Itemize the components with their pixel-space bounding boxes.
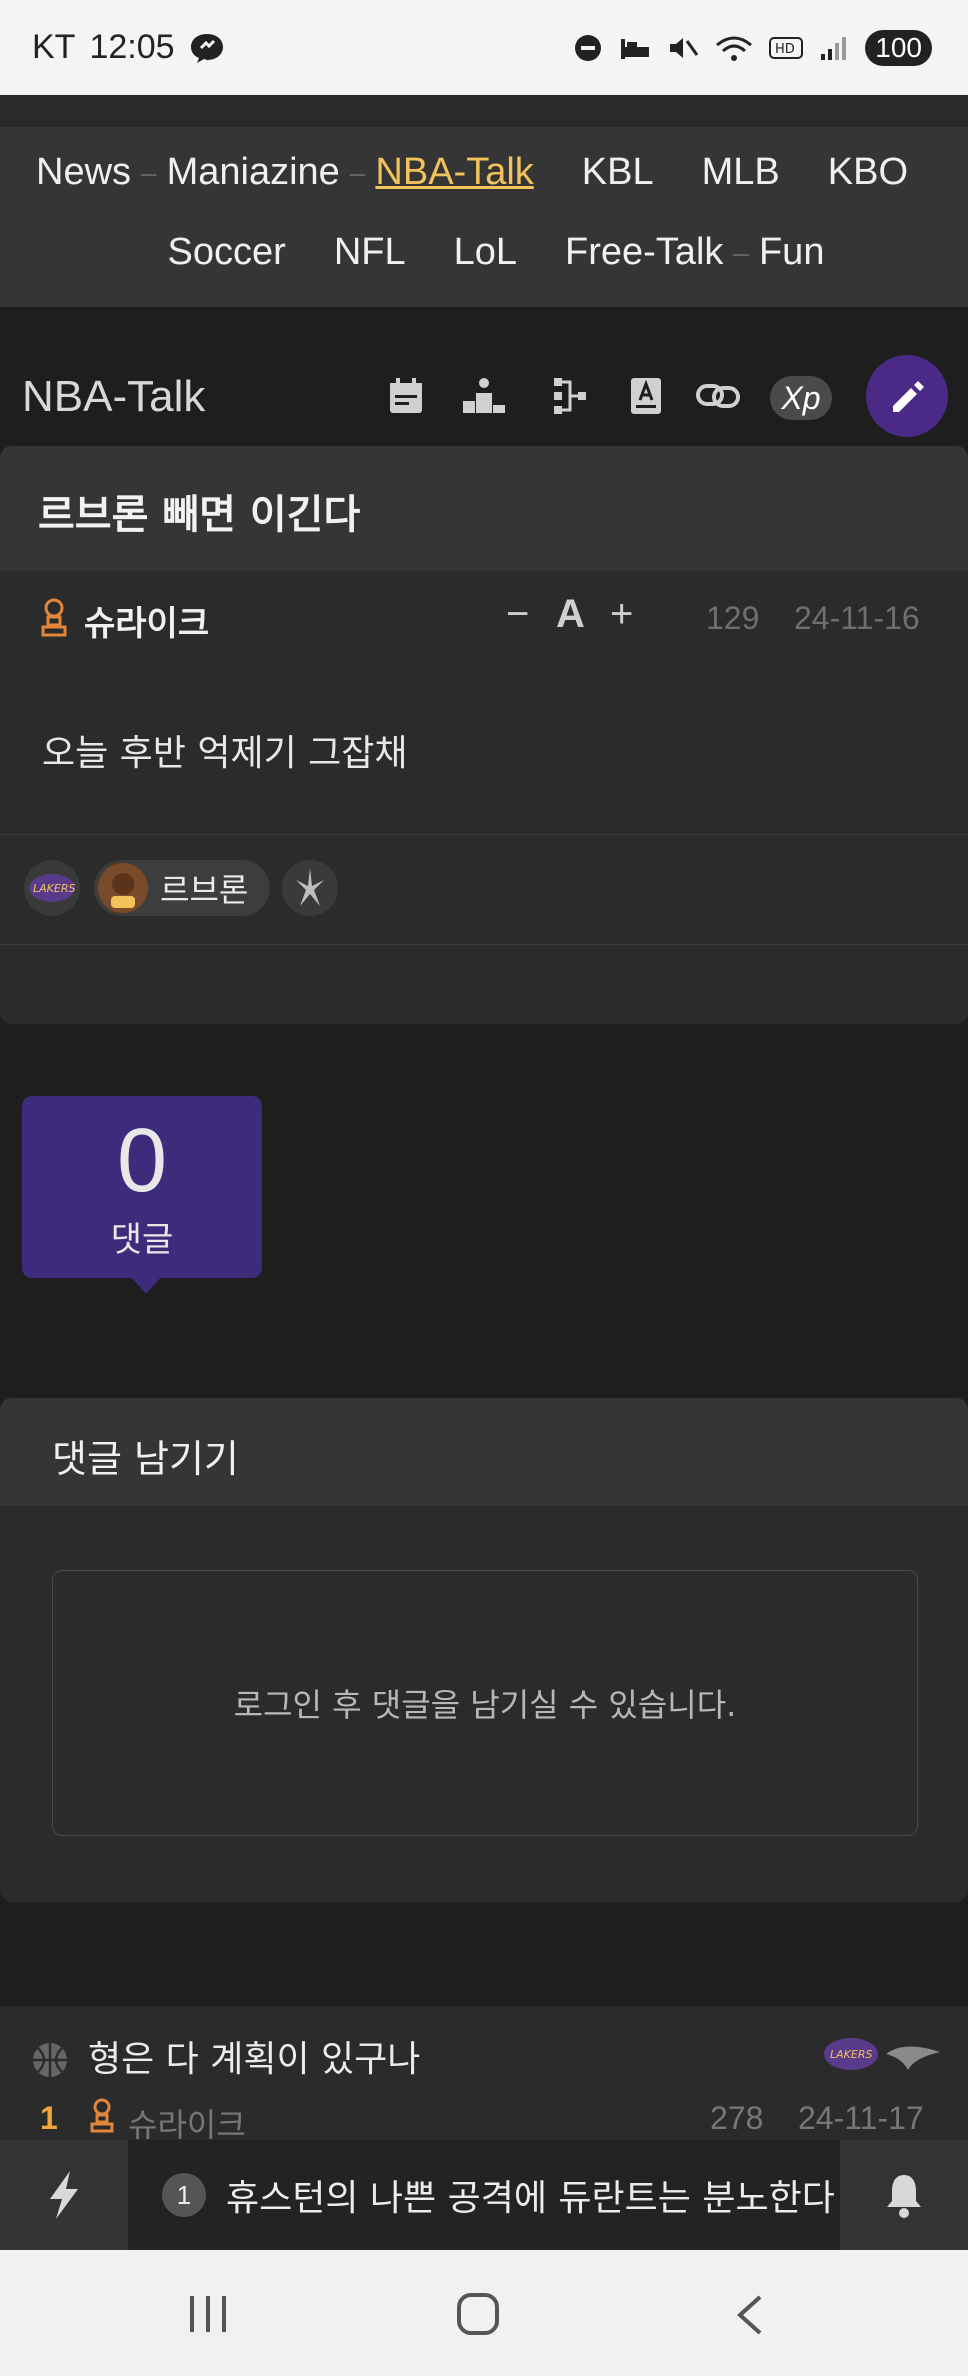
ticker-index: 1: [162, 2173, 206, 2217]
bracket-icon[interactable]: [546, 372, 594, 420]
nav-free-talk[interactable]: Free-Talk: [565, 231, 723, 274]
post-title: 르브론 빼면 이긴다: [38, 492, 361, 538]
svg-text:LAKERS: LAKERS: [830, 2048, 872, 2061]
lakers-logo-icon[interactable]: LAKERS: [24, 860, 80, 916]
system-nav-bar: [0, 2250, 968, 2376]
dnd-icon: [575, 35, 602, 61]
bell-icon[interactable]: [840, 2140, 968, 2250]
comment-count-box: 0 댓글: [22, 1096, 262, 1294]
recent-apps-icon[interactable]: [186, 2294, 230, 2334]
next-post-title[interactable]: 형은 다 계획이 있구나: [88, 2030, 420, 2082]
nav-soccer[interactable]: Soccer: [168, 231, 286, 274]
nav-news[interactable]: News: [36, 151, 131, 194]
next-post-views: 278: [710, 2100, 764, 2136]
nav-kbl[interactable]: KBL: [582, 151, 654, 194]
calendar-icon[interactable]: [382, 372, 430, 420]
player-tag[interactable]: 르브론: [94, 860, 270, 916]
reply-heading: 댓글 남기기: [52, 1437, 239, 1481]
post-date: 24-11-16: [794, 600, 920, 636]
login-notice: 로그인 후 댓글을 남기실 수 있습니다.: [233, 1686, 737, 1724]
lakers-logo-icon: LAKERS: [824, 2038, 878, 2070]
carrier: KT: [32, 28, 76, 66]
category-nav: News – Maniazine – NBA-Talk KBL MLB KBO …: [0, 127, 968, 307]
player-avatar: [98, 863, 148, 913]
news-ticker[interactable]: 1 휴스턴의 나쁜 공격에 듀란트는 분노한다: [128, 2140, 840, 2250]
signal-icon: [821, 37, 847, 60]
chat-bubble-icon: [190, 33, 223, 63]
reply-card: 댓글 남기기 로그인 후 댓글을 남기실 수 있습니다.: [0, 1398, 968, 1902]
post-views: 129: [706, 600, 760, 636]
post-author[interactable]: 슈라이크: [84, 596, 209, 645]
spurs-logo-icon[interactable]: [282, 860, 338, 916]
mute-icon: [670, 38, 699, 58]
nav-fun[interactable]: Fun: [759, 231, 824, 274]
svg-text:LAKERS: LAKERS: [33, 882, 75, 895]
lightning-icon[interactable]: [0, 2140, 128, 2250]
nav-lol[interactable]: LoL: [454, 231, 517, 274]
nav-maniazine[interactable]: Maniazine: [167, 151, 340, 194]
rank-icon: [90, 2098, 114, 2133]
home-icon[interactable]: [456, 2292, 500, 2336]
next-post-rank: 1: [40, 2100, 58, 2136]
battery-indicator: 100: [865, 30, 932, 66]
font-decrease-button[interactable]: −: [506, 592, 529, 637]
player-name: 르브론: [160, 871, 249, 909]
sleep-icon: [621, 39, 650, 59]
clock: 12:05: [89, 28, 175, 66]
nav-kbo[interactable]: KBO: [828, 151, 908, 194]
font-increase-button[interactable]: +: [610, 592, 633, 637]
next-post-date: 24-11-17: [798, 2100, 924, 2136]
ticker-text: 휴스턴의 나쁜 공격에 듀란트는 분노한다: [226, 2178, 835, 2219]
nav-nfl[interactable]: NFL: [334, 231, 406, 274]
pencil-icon: [893, 381, 924, 412]
podium-icon[interactable]: [460, 372, 508, 420]
comment-count: 0: [116, 1111, 168, 1211]
login-notice-box[interactable]: 로그인 후 댓글을 남기실 수 있습니다.: [52, 1570, 918, 1836]
status-bar: KT 12:05 HD 100: [0, 0, 968, 95]
wifi-icon: [716, 36, 753, 61]
nav-nba-talk[interactable]: NBA-Talk: [375, 151, 533, 194]
pelicans-logo-icon: [886, 2046, 940, 2070]
book-icon[interactable]: [622, 372, 670, 420]
link-icon[interactable]: [694, 372, 742, 420]
post-card: 르브론 빼면 이긴다 슈라이크 − A + 129 24-11-16 오늘 후반…: [0, 446, 968, 1024]
nav-mlb[interactable]: MLB: [702, 151, 780, 194]
board-title: NBA-Talk: [22, 372, 206, 421]
write-button[interactable]: [866, 355, 948, 437]
post-content: 오늘 후반 억제기 그잡채: [42, 733, 408, 774]
rank-icon: [41, 598, 67, 637]
back-icon[interactable]: [732, 2294, 766, 2336]
svg-text:HD: HD: [775, 42, 795, 57]
hd-icon: HD: [769, 37, 804, 59]
xp-button[interactable]: Xp: [770, 376, 832, 420]
font-size-icon[interactable]: A: [556, 592, 585, 637]
comment-label: 댓글: [110, 1220, 174, 1260]
basketball-icon: [33, 2043, 67, 2077]
